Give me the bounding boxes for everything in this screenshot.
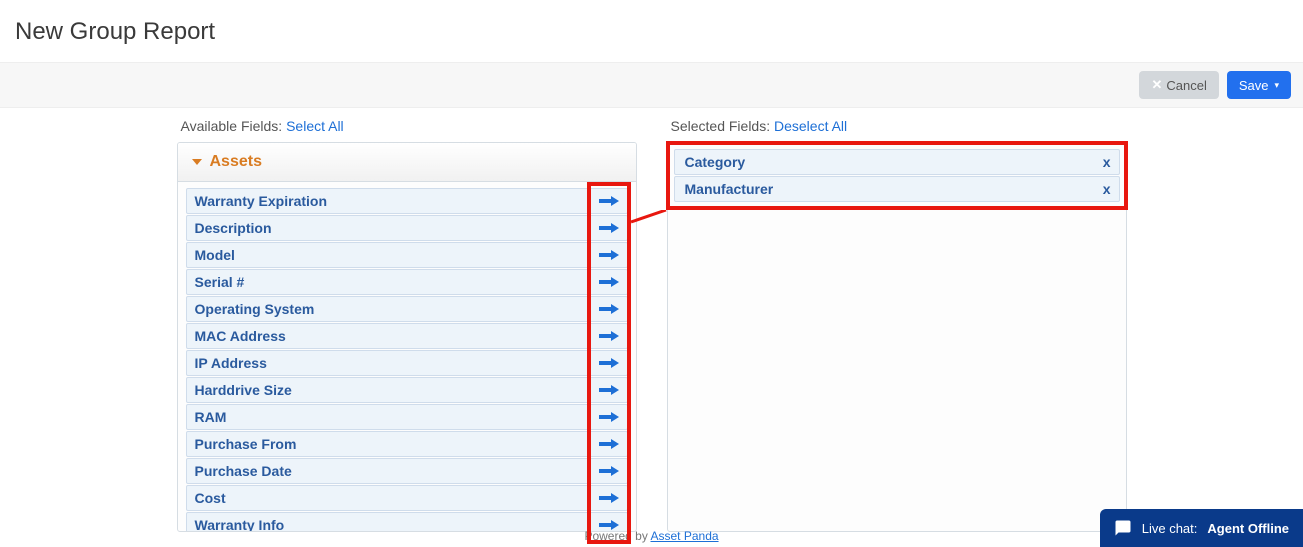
field-label: Purchase Date [195, 463, 292, 479]
move-right-arrow-icon[interactable] [597, 274, 621, 290]
move-right-arrow-icon[interactable] [597, 409, 621, 425]
live-chat-widget[interactable]: Live chat: Agent Offline [1100, 509, 1303, 547]
move-right-arrow-icon[interactable] [597, 301, 621, 317]
cancel-label: Cancel [1166, 78, 1206, 93]
move-right-arrow-icon[interactable] [597, 436, 621, 452]
selected-fields-panel: Category x Manufacturer x [667, 142, 1127, 532]
field-columns: Available Fields: Select All Assets Warr… [0, 108, 1303, 532]
available-field-row[interactable]: Purchase Date [186, 458, 628, 484]
field-label: IP Address [195, 355, 267, 371]
available-fields-header: Available Fields: Select All [177, 112, 637, 142]
available-field-row[interactable]: RAM [186, 404, 628, 430]
assets-accordion-header[interactable]: Assets [178, 143, 636, 182]
close-icon: ✕ [1151, 77, 1162, 93]
available-fields-list: Warranty Expiration Description Model Seria… [178, 182, 636, 532]
field-label: Serial # [195, 274, 245, 290]
field-label: Category [685, 154, 746, 170]
field-label: Manufacturer [685, 181, 774, 197]
available-header-prefix: Available Fields: [181, 118, 287, 134]
field-label: Cost [195, 490, 226, 506]
field-label: Purchase From [195, 436, 297, 452]
remove-x-icon[interactable]: x [1103, 154, 1111, 170]
selected-fields-list: Category x Manufacturer x [674, 149, 1120, 202]
available-field-row[interactable]: Warranty Expiration [186, 188, 628, 214]
deselect-all-link[interactable]: Deselect All [774, 118, 847, 134]
remove-x-icon[interactable]: x [1103, 181, 1111, 197]
move-right-arrow-icon[interactable] [597, 382, 621, 398]
triangle-down-icon [192, 159, 202, 165]
available-field-row[interactable]: Model [186, 242, 628, 268]
save-button[interactable]: Save ▾ [1227, 71, 1291, 99]
available-field-row[interactable]: Operating System [186, 296, 628, 322]
move-right-arrow-icon[interactable] [597, 328, 621, 344]
select-all-link[interactable]: Select All [286, 118, 344, 134]
selected-field-row[interactable]: Category x [674, 149, 1120, 175]
accordion-title: Assets [210, 153, 262, 171]
move-right-arrow-icon[interactable] [597, 490, 621, 506]
save-label: Save [1239, 78, 1269, 93]
move-right-arrow-icon[interactable] [597, 193, 621, 209]
chevron-down-icon: ▾ [1274, 80, 1279, 91]
available-field-row[interactable]: IP Address [186, 350, 628, 376]
field-label: MAC Address [195, 328, 286, 344]
selected-field-row[interactable]: Manufacturer x [674, 176, 1120, 202]
field-label: Warranty Expiration [195, 193, 328, 209]
available-field-row[interactable]: MAC Address [186, 323, 628, 349]
chat-icon [1114, 519, 1132, 537]
field-label: Description [195, 220, 272, 236]
available-field-row[interactable]: Cost [186, 485, 628, 511]
page-title: New Group Report [0, 0, 1303, 62]
move-right-arrow-icon[interactable] [597, 463, 621, 479]
chat-prefix: Live chat: [1142, 521, 1198, 536]
available-fields-column: Available Fields: Select All Assets Warr… [177, 112, 637, 532]
field-label: Model [195, 247, 235, 263]
field-label: Operating System [195, 301, 315, 317]
selected-fields-column: Selected Fields: Deselect All CategoryxM… [667, 112, 1127, 532]
field-label: Harddrive Size [195, 382, 292, 398]
available-field-row[interactable]: Description [186, 215, 628, 241]
footer-link[interactable]: Asset Panda [651, 529, 719, 543]
available-fields-panel: Assets Warranty Expiration Description Mod… [177, 142, 637, 532]
move-right-arrow-icon[interactable] [597, 220, 621, 236]
footer-prefix: Powered by [584, 529, 650, 543]
field-label: RAM [195, 409, 227, 425]
available-field-row[interactable]: Purchase From [186, 431, 628, 457]
cancel-button[interactable]: ✕ Cancel [1139, 71, 1218, 99]
available-field-row[interactable]: Serial # [186, 269, 628, 295]
move-right-arrow-icon[interactable] [597, 355, 621, 371]
selected-fields-header: Selected Fields: Deselect All [667, 112, 1127, 142]
available-field-row[interactable]: Harddrive Size [186, 377, 628, 403]
chat-status: Agent Offline [1207, 521, 1289, 536]
move-right-arrow-icon[interactable] [597, 247, 621, 263]
selected-header-prefix: Selected Fields: [671, 118, 775, 134]
action-toolbar: ✕ Cancel Save ▾ [0, 62, 1303, 108]
